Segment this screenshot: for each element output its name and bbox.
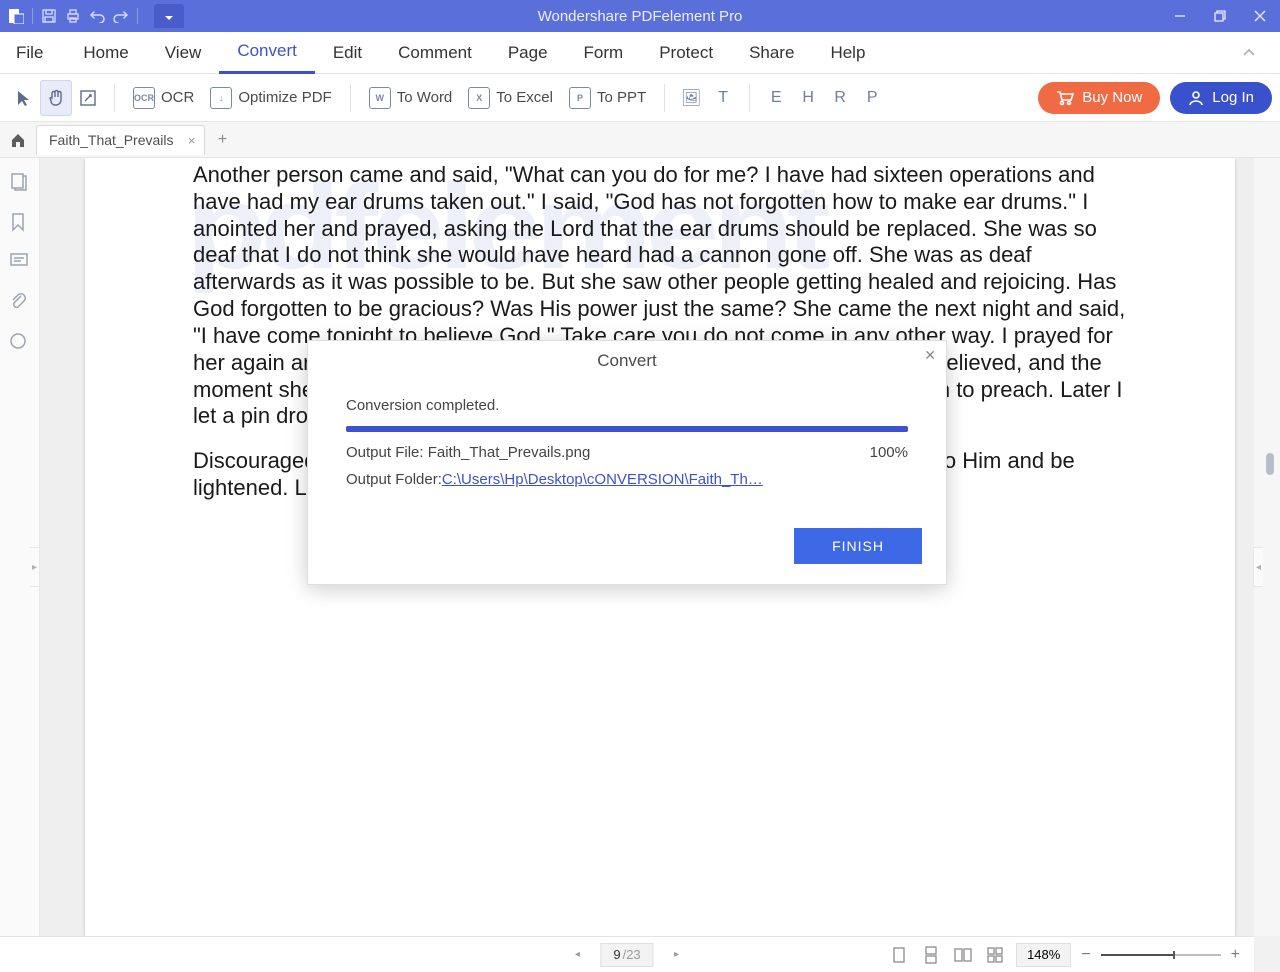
output-folder-label: Output Folder: [346, 471, 442, 488]
to-ppt-button[interactable]: PTo PPT [561, 80, 654, 116]
ppt-icon: P [569, 87, 591, 109]
optimize-icon: ↓ [210, 87, 232, 109]
menu-form[interactable]: Form [566, 32, 642, 74]
redo-icon[interactable] [111, 6, 131, 26]
right-panel-collapse-icon[interactable]: ◂ [1253, 547, 1263, 587]
conversion-status: Conversion completed. [346, 397, 908, 414]
minimize-button[interactable] [1160, 0, 1200, 32]
left-sidebar: ▸ [0, 158, 40, 936]
menubar: File Home View Convert Edit Comment Page… [0, 32, 1280, 74]
quick-access-dropdown[interactable] [154, 4, 184, 28]
to-rtf-icon[interactable]: R [824, 80, 856, 116]
vertical-scrollbar[interactable]: ◂ [1254, 158, 1280, 936]
menu-edit[interactable]: Edit [315, 32, 380, 74]
menu-view[interactable]: View [147, 32, 220, 74]
to-pdfa-icon[interactable]: P [856, 80, 888, 116]
continuous-view-icon[interactable] [920, 944, 942, 966]
zoom-slider[interactable] [1101, 954, 1221, 956]
progress-bar [346, 426, 908, 432]
status-bar: ◂ 9 /23 ▸ 148% − + [0, 936, 1254, 972]
tab-close-icon[interactable]: × [188, 133, 196, 148]
hand-tool-icon[interactable] [40, 80, 72, 116]
titlebar: Wondershare PDFelement Pro [0, 0, 1280, 32]
to-epub-icon[interactable]: E [760, 80, 792, 116]
new-tab-button[interactable]: + [211, 131, 235, 149]
app-logo-icon [6, 6, 26, 26]
output-folder-link[interactable]: C:\Users\Hp\Desktop\cONVERSION\Faith_Th… [442, 471, 763, 488]
progress-percent: 100% [870, 444, 908, 461]
word-icon: W [369, 87, 391, 109]
document-tabstrip: Faith_That_Prevails × + [0, 122, 1280, 158]
print-icon[interactable] [63, 6, 83, 26]
menu-comment[interactable]: Comment [380, 32, 490, 74]
page-number-input[interactable]: 9 /23 [600, 943, 653, 967]
optimize-pdf-button[interactable]: ↓Optimize PDF [202, 80, 339, 116]
tab-home-icon[interactable] [0, 131, 36, 149]
cart-icon [1056, 90, 1074, 106]
to-excel-button[interactable]: XTo Excel [460, 80, 561, 116]
edit-tool-icon[interactable] [72, 80, 104, 116]
page-total: /23 [623, 947, 641, 962]
menu-protect[interactable]: Protect [641, 32, 731, 74]
menu-share[interactable]: Share [731, 32, 812, 74]
login-button[interactable]: Log In [1170, 82, 1272, 114]
single-page-view-icon[interactable] [888, 944, 910, 966]
collapse-ribbon-icon[interactable] [1228, 48, 1270, 58]
two-page-view-icon[interactable] [952, 944, 974, 966]
scrollbar-thumb[interactable] [1266, 453, 1274, 475]
prev-page-button[interactable]: ◂ [568, 949, 586, 960]
finish-button[interactable]: FINISH [794, 528, 922, 564]
buy-now-button[interactable]: Buy Now [1038, 82, 1160, 114]
thumbnails-icon[interactable] [9, 172, 31, 194]
save-icon[interactable] [39, 6, 59, 26]
menu-convert[interactable]: Convert [219, 32, 315, 74]
dialog-close-icon[interactable]: ✕ [924, 347, 936, 364]
menu-home[interactable]: Home [65, 32, 146, 74]
grid-view-icon[interactable] [984, 944, 1006, 966]
to-image-icon[interactable]: 🖼 [675, 80, 707, 116]
menu-file[interactable]: File [10, 32, 65, 74]
to-html-icon[interactable]: H [792, 80, 824, 116]
to-word-button[interactable]: WTo Word [361, 80, 461, 116]
document-tab[interactable]: Faith_That_Prevails × [36, 125, 205, 155]
comments-icon[interactable] [9, 252, 31, 274]
user-icon [1188, 90, 1204, 106]
convert-dialog: Convert ✕ Conversion completed. Output F… [307, 340, 947, 585]
sidebar-expand-icon[interactable]: ▸ [30, 547, 40, 587]
undo-icon[interactable] [87, 6, 107, 26]
attachments-icon[interactable] [9, 292, 31, 314]
search-panel-icon[interactable] [9, 332, 31, 354]
close-button[interactable] [1240, 0, 1280, 32]
output-file-line: Output File: Faith_That_Prevails.png [346, 444, 590, 461]
bookmarks-icon[interactable] [9, 212, 31, 234]
next-page-button[interactable]: ▸ [668, 949, 686, 960]
document-tab-label: Faith_That_Prevails [49, 132, 174, 148]
ocr-button[interactable]: OCROCR [125, 80, 202, 116]
select-tool-icon[interactable] [8, 80, 40, 116]
excel-icon: X [468, 87, 490, 109]
dialog-title: Convert [308, 341, 946, 379]
ribbon-toolbar: OCROCR ↓Optimize PDF WTo Word XTo Excel … [0, 74, 1280, 122]
menu-page[interactable]: Page [490, 32, 566, 74]
to-text-icon[interactable]: T [707, 80, 739, 116]
zoom-level[interactable]: 148% [1016, 943, 1071, 967]
window-title: Wondershare PDFelement Pro [538, 8, 743, 25]
zoom-in-button[interactable]: + [1231, 946, 1240, 964]
zoom-out-button[interactable]: − [1081, 946, 1090, 964]
ocr-icon: OCR [133, 87, 155, 109]
menu-help[interactable]: Help [812, 32, 883, 74]
maximize-button[interactable] [1200, 0, 1240, 32]
